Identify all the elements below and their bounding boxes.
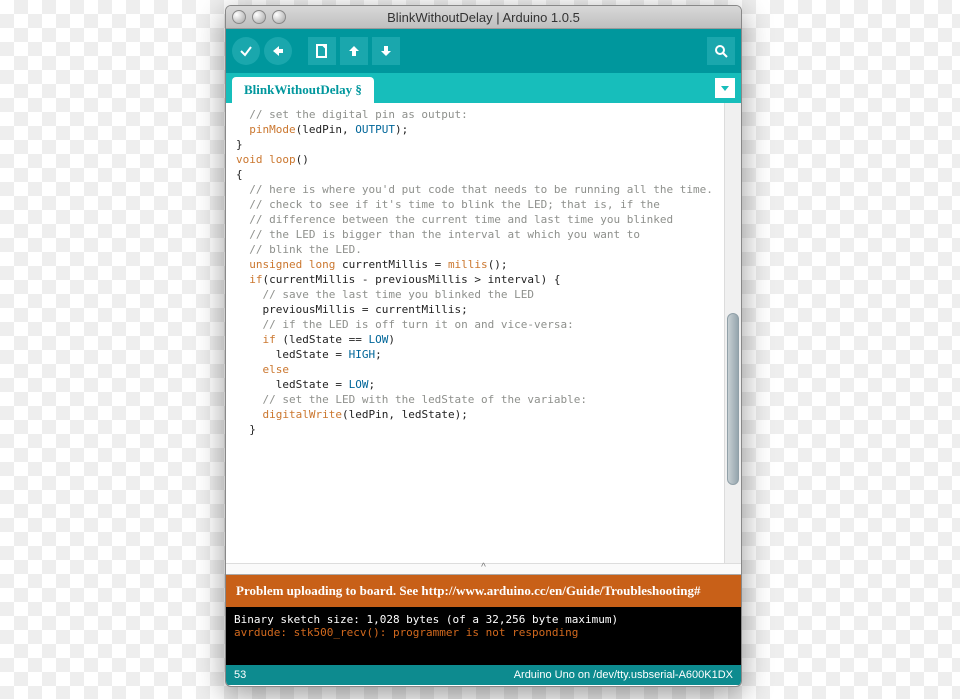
code-editor[interactable]: // set the digital pin as output: pinMod… [226, 103, 724, 563]
save-button[interactable] [372, 37, 400, 65]
arduino-ide-window: BlinkWithoutDelay | Arduino 1.0.5 BlinkW… [225, 5, 742, 687]
zoom-window-button[interactable] [272, 10, 286, 24]
code-line: if(currentMillis - previousMillis > inte… [236, 272, 718, 287]
code-line: } [236, 422, 718, 437]
code-line: digitalWrite(ledPin, ledState); [236, 407, 718, 422]
code-line: // the LED is bigger than the interval a… [236, 227, 718, 242]
status-line-number: 53 [234, 669, 246, 681]
tab-menu-button[interactable] [715, 78, 735, 98]
serial-monitor-button[interactable] [707, 37, 735, 65]
pane-resize-grip[interactable]: ^ [226, 563, 741, 574]
code-line: // here is where you'd put code that nee… [236, 182, 718, 197]
open-button[interactable] [340, 37, 368, 65]
sketch-tab[interactable]: BlinkWithoutDelay § [232, 77, 374, 103]
console-output[interactable]: Binary sketch size: 1,028 bytes (of a 32… [226, 607, 741, 665]
close-window-button[interactable] [232, 10, 246, 24]
code-line: // if the LED is off turn it on and vice… [236, 317, 718, 332]
status-bar: 53 Arduino Uno on /dev/tty.usbserial-A60… [226, 665, 741, 685]
editor-area: // set the digital pin as output: pinMod… [226, 103, 741, 563]
code-line: previousMillis = currentMillis; [236, 302, 718, 317]
code-line: } [236, 137, 718, 152]
code-line: pinMode(ledPin, OUTPUT); [236, 122, 718, 137]
titlebar[interactable]: BlinkWithoutDelay | Arduino 1.0.5 [226, 6, 741, 29]
code-line: ledState = LOW; [236, 377, 718, 392]
minimize-window-button[interactable] [252, 10, 266, 24]
console-line: Binary sketch size: 1,028 bytes (of a 32… [234, 613, 733, 626]
error-message: Problem uploading to board. See http://w… [236, 583, 700, 598]
scrollbar-thumb[interactable] [727, 313, 739, 485]
code-line: { [236, 167, 718, 182]
status-board-port: Arduino Uno on /dev/tty.usbserial-A600K1… [514, 669, 733, 681]
code-line: ledState = HIGH; [236, 347, 718, 362]
code-line: // blink the LED. [236, 242, 718, 257]
code-line: void loop() [236, 152, 718, 167]
code-line: // set the LED with the ledState of the … [236, 392, 718, 407]
upload-button[interactable] [264, 37, 292, 65]
code-line: // difference between the current time a… [236, 212, 718, 227]
code-line: else [236, 362, 718, 377]
vertical-scrollbar[interactable] [724, 103, 741, 563]
code-line: // save the last time you blinked the LE… [236, 287, 718, 302]
toolbar [226, 29, 741, 73]
code-line: // set the digital pin as output: [236, 107, 718, 122]
window-title: BlinkWithoutDelay | Arduino 1.0.5 [226, 10, 741, 25]
code-line: unsigned long currentMillis = millis(); [236, 257, 718, 272]
verify-button[interactable] [232, 37, 260, 65]
error-bar: Problem uploading to board. See http://w… [226, 574, 741, 607]
traffic-lights [232, 10, 286, 24]
console-line: avrdude: stk500_recv(): programmer is no… [234, 626, 733, 639]
new-button[interactable] [308, 37, 336, 65]
code-line: if (ledState == LOW) [236, 332, 718, 347]
tab-bar: BlinkWithoutDelay § [226, 73, 741, 103]
code-line: // check to see if it's time to blink th… [236, 197, 718, 212]
